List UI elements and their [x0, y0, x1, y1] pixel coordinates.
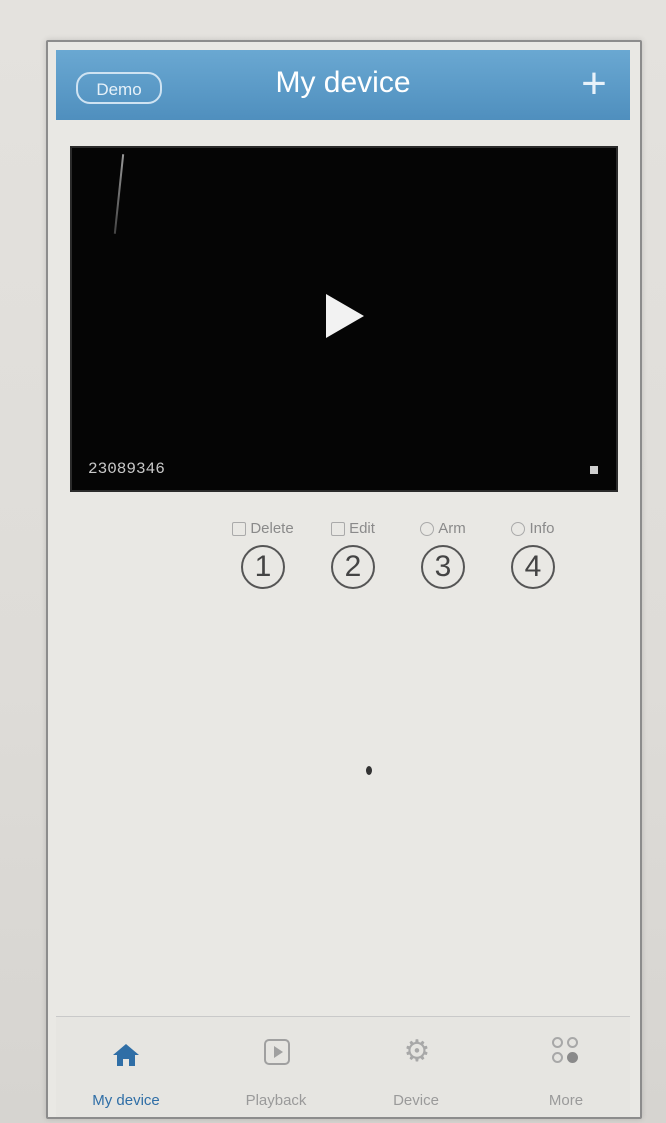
tab-label-my-device: My device: [92, 1092, 160, 1109]
info-icon: [511, 522, 526, 537]
marker-1: 1: [241, 545, 285, 589]
status-icon: [590, 465, 598, 474]
home-icon: [113, 1044, 139, 1066]
marker-4: 4: [511, 545, 555, 589]
device-actions: Delete 1 Edit 2 Arm 3 Info 4: [218, 520, 608, 620]
page-title: My device: [275, 66, 411, 99]
tab-label-more: More: [548, 1092, 584, 1109]
tab-playback[interactable]: Playback: [216, 1017, 336, 1117]
tab-my-device[interactable]: My device: [66, 1017, 186, 1117]
add-device-button[interactable]: +: [572, 62, 616, 108]
tab-label-playback: Playback: [245, 1092, 307, 1109]
arm-action[interactable]: Arm 3: [398, 520, 488, 589]
surface-stain: [366, 766, 372, 775]
gear-icon: ⚙: [403, 1035, 431, 1068]
delete-action[interactable]: Delete 1: [218, 520, 308, 589]
edit-label: Edit: [349, 520, 375, 537]
grid-icon: [552, 1037, 582, 1067]
tab-more[interactable]: More: [506, 1017, 626, 1117]
device-id-label: 23089346: [88, 460, 165, 478]
play-box-icon: [264, 1039, 290, 1065]
status-indicator: [590, 462, 604, 476]
delete-label: Delete: [250, 520, 294, 537]
header-bar: Demo My device +: [56, 50, 630, 120]
clock-icon: [420, 522, 435, 537]
arm-label: Arm: [438, 520, 466, 537]
trash-icon: [232, 522, 247, 537]
tab-device[interactable]: ⚙ Device: [356, 1017, 476, 1117]
screen-scratch: [113, 154, 125, 234]
info-action[interactable]: Info 4: [488, 520, 578, 589]
info-label: Info: [529, 520, 555, 537]
bottom-tab-bar: My device Playback ⚙ Device More: [56, 1016, 630, 1117]
marker-2: 2: [331, 545, 375, 589]
edit-icon: [331, 522, 346, 537]
edit-action[interactable]: Edit 2: [308, 520, 398, 589]
phone-screen: Demo My device + 23089346 Delete 1 Edit …: [46, 40, 642, 1119]
play-icon[interactable]: [326, 294, 364, 338]
tab-label-device: Device: [393, 1092, 439, 1109]
video-preview[interactable]: 23089346: [70, 146, 618, 492]
marker-3: 3: [421, 545, 465, 589]
